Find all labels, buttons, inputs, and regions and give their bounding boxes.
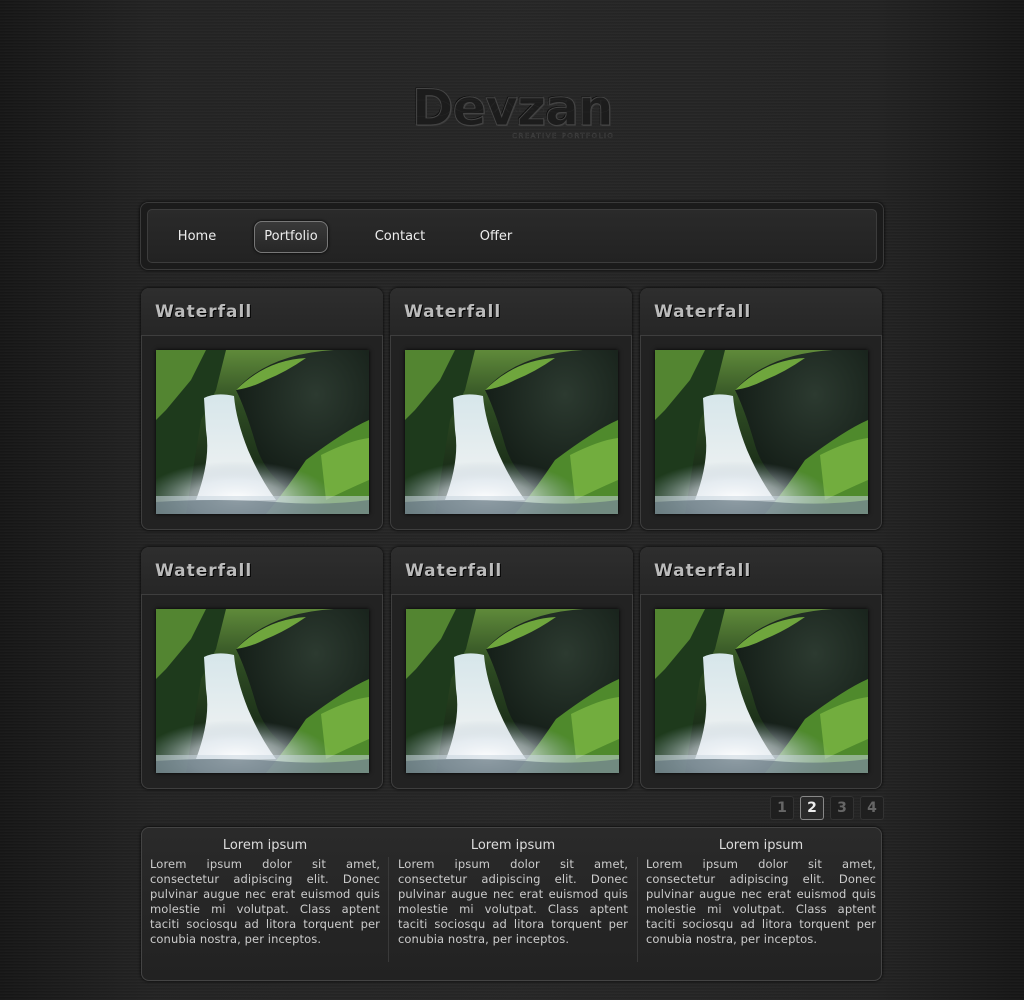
gallery-card[interactable]: Waterfall bbox=[141, 288, 383, 530]
footer-column-text: Lorem ipsum dolor sit amet, consectetur … bbox=[398, 857, 628, 946]
footer-column-title: Lorem ipsum bbox=[718, 838, 804, 853]
waterfall-image[interactable] bbox=[655, 609, 868, 773]
waterfall-image[interactable] bbox=[405, 350, 618, 514]
page-2-button[interactable]: 2 bbox=[800, 796, 824, 820]
waterfall-image[interactable] bbox=[156, 609, 369, 773]
card-title: Waterfall bbox=[390, 288, 632, 336]
nav-item-home[interactable]: Home bbox=[165, 221, 229, 253]
card-title: Waterfall bbox=[141, 288, 383, 336]
nav-item-portfolio[interactable]: Portfolio bbox=[254, 221, 328, 253]
logo-tagline: CREATIVE PORTFOLIO bbox=[512, 132, 615, 140]
card-title: Waterfall bbox=[640, 547, 882, 595]
main-navigation: Home Portfolio Contact Offer bbox=[140, 202, 884, 270]
gallery-card[interactable]: Waterfall bbox=[390, 288, 632, 530]
card-title: Waterfall bbox=[141, 547, 383, 595]
nav-bar: Home Portfolio Contact Offer bbox=[147, 209, 877, 263]
gallery-card[interactable]: Waterfall bbox=[141, 547, 383, 789]
footer-column: Lorem ipsum Lorem ipsum dolor sit amet, … bbox=[398, 837, 628, 947]
logo-reflection: Devzan bbox=[412, 94, 613, 121]
card-title: Waterfall bbox=[640, 288, 882, 336]
gallery-card[interactable]: Waterfall bbox=[640, 288, 882, 530]
card-title: Waterfall bbox=[391, 547, 633, 595]
page-3-button[interactable]: 3 bbox=[830, 796, 854, 820]
nav-item-contact[interactable]: Contact bbox=[369, 221, 431, 253]
nav-item-offer[interactable]: Offer bbox=[473, 221, 519, 253]
footer-divider bbox=[637, 857, 638, 962]
waterfall-image[interactable] bbox=[655, 350, 868, 514]
footer-column-text: Lorem ipsum dolor sit amet, consectetur … bbox=[646, 857, 876, 946]
footer-panel: Lorem ipsum Lorem ipsum dolor sit amet, … bbox=[141, 827, 882, 981]
gallery-card[interactable]: Waterfall bbox=[391, 547, 633, 789]
gallery-card[interactable]: Waterfall bbox=[640, 547, 882, 789]
footer-column: Lorem ipsum Lorem ipsum dolor sit amet, … bbox=[646, 837, 876, 947]
footer-divider bbox=[388, 857, 389, 962]
footer-column-text: Lorem ipsum dolor sit amet, consectetur … bbox=[150, 857, 380, 946]
page-1-button[interactable]: 1 bbox=[770, 796, 794, 820]
waterfall-image[interactable] bbox=[156, 350, 369, 514]
footer-column: Lorem ipsum Lorem ipsum dolor sit amet, … bbox=[150, 837, 380, 947]
waterfall-image[interactable] bbox=[406, 609, 619, 773]
footer-column-title: Lorem ipsum bbox=[470, 838, 556, 853]
page-4-button[interactable]: 4 bbox=[860, 796, 884, 820]
footer-column-title: Lorem ipsum bbox=[222, 838, 308, 853]
site-logo[interactable]: Devzan Devzan CREATIVE PORTFOLIO bbox=[411, 80, 622, 160]
